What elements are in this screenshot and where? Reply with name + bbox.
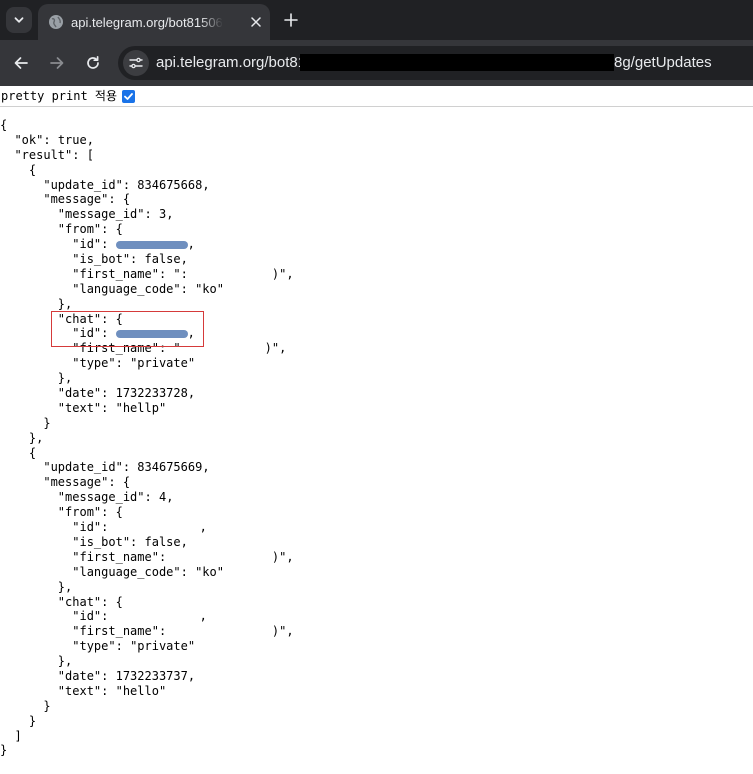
active-tab[interactable]: api.telegram.org/bot81506721 bbox=[38, 4, 270, 40]
json-line: "update_id": 834675669, bbox=[43, 460, 210, 475]
json-line: "is_bot": false, bbox=[72, 534, 188, 549]
json-line: "type": "private" bbox=[72, 356, 196, 371]
json-line: }, bbox=[0, 371, 73, 386]
globe-icon bbox=[49, 15, 63, 29]
json-viewer: { "ok": true, "result": [ { "update_id":… bbox=[0, 118, 294, 758]
json-line: { bbox=[0, 162, 37, 177]
browser-toolbar: api.telegram.org/bot81 8g/getUpdates bbox=[0, 40, 753, 86]
json-line: "update_id": 834675668, bbox=[43, 177, 210, 192]
json-line: "message_id": 4, bbox=[57, 490, 174, 505]
new-tab-button[interactable] bbox=[280, 9, 302, 31]
json-line: "message": { bbox=[43, 192, 131, 207]
tab-title: api.telegram.org/bot81506721 bbox=[71, 15, 223, 30]
site-info-button[interactable] bbox=[123, 50, 149, 76]
json-line: "date": 1732233728, bbox=[57, 386, 196, 401]
arrow-right-icon bbox=[50, 57, 64, 69]
json-line: "ok": true, bbox=[14, 132, 94, 147]
json-line: "first_name": )", bbox=[72, 624, 294, 639]
chevron-down-icon bbox=[14, 17, 24, 23]
url-text-start: api.telegram.org/bot81 bbox=[156, 54, 307, 71]
address-bar[interactable]: api.telegram.org/bot81 8g/getUpdates bbox=[118, 46, 753, 80]
json-line: "result": [ bbox=[14, 147, 94, 162]
json-line: "first_name": ":)", bbox=[72, 266, 294, 281]
pretty-print-bar: pretty print 적용 bbox=[0, 86, 753, 107]
json-line: "text": "hello" bbox=[57, 683, 167, 698]
arrow-left-icon bbox=[14, 57, 28, 69]
json-line: "date": 1732233737, bbox=[57, 668, 196, 683]
json-line: }, bbox=[0, 579, 73, 594]
json-line: }, bbox=[0, 654, 73, 669]
json-line: { bbox=[0, 118, 8, 132]
reload-button[interactable] bbox=[82, 52, 104, 74]
json-line: "id": , bbox=[72, 520, 207, 535]
checkmark-icon bbox=[124, 93, 133, 100]
json-line: "text": "hellp" bbox=[57, 400, 167, 415]
chat-highlight-box bbox=[51, 311, 204, 347]
json-line: ] bbox=[0, 728, 22, 743]
json-line: "id": , bbox=[72, 609, 207, 624]
json-line: "chat": { bbox=[57, 594, 123, 609]
json-line: "language_code": "ko" bbox=[72, 564, 224, 579]
back-button[interactable] bbox=[10, 52, 32, 74]
json-line: "type": "private" bbox=[72, 639, 196, 654]
json-line: } bbox=[0, 698, 51, 713]
json-line: }, bbox=[0, 296, 73, 311]
tune-icon bbox=[129, 57, 143, 69]
tab-search-button[interactable] bbox=[6, 7, 32, 33]
pretty-print-checkbox[interactable] bbox=[122, 90, 135, 103]
forward-button[interactable] bbox=[46, 52, 68, 74]
url-redaction bbox=[300, 54, 614, 71]
redacted-id bbox=[115, 240, 188, 249]
json-line: "language_code": "ko" bbox=[72, 281, 224, 296]
pretty-print-label: pretty print 적용 bbox=[1, 89, 118, 103]
close-icon bbox=[251, 17, 261, 27]
json-line: "is_bot": false, bbox=[72, 252, 188, 267]
tab-strip: api.telegram.org/bot81506721 bbox=[0, 0, 753, 40]
json-line: "from": { bbox=[57, 222, 123, 237]
json-line: "id": , bbox=[72, 237, 195, 252]
json-line: "first_name": )", bbox=[72, 549, 294, 564]
json-line: } bbox=[0, 415, 51, 430]
json-line: } bbox=[0, 713, 37, 728]
json-line: } bbox=[0, 743, 8, 758]
json-line: "from": { bbox=[57, 505, 123, 520]
json-line: }, bbox=[0, 430, 44, 445]
json-line: { bbox=[0, 445, 37, 460]
tab-close-button[interactable] bbox=[247, 13, 265, 31]
reload-icon bbox=[87, 55, 99, 69]
url-text-end: 8g/getUpdates bbox=[614, 54, 712, 71]
json-line: "message_id": 3, bbox=[57, 207, 174, 222]
plus-icon bbox=[284, 13, 298, 27]
json-line: "message": { bbox=[43, 475, 131, 490]
